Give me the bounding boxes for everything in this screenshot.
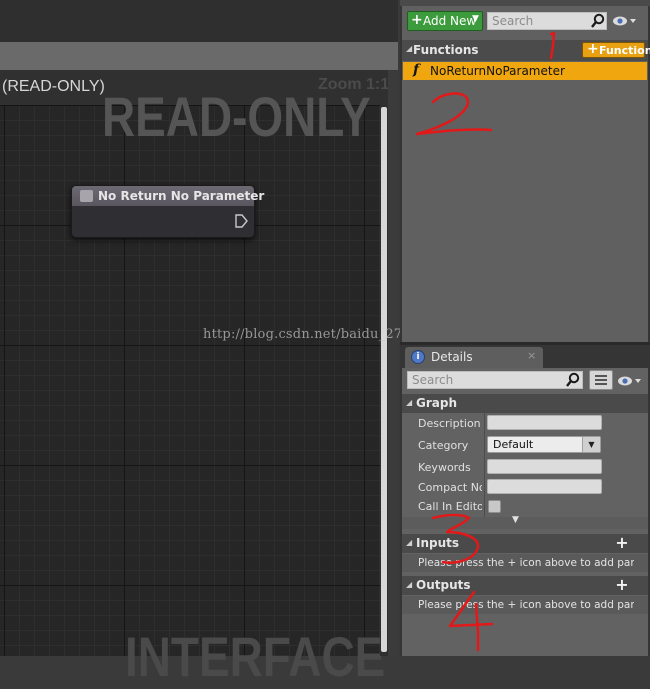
graph-scrollbar-thumb[interactable] — [381, 107, 387, 652]
compact-node-title-field[interactable] — [487, 479, 602, 494]
read-only-watermark: READ-ONLY — [102, 85, 371, 148]
grid-icon — [595, 375, 607, 385]
plus-icon: + — [587, 41, 599, 57]
description-field[interactable] — [487, 415, 602, 430]
view-options-icon[interactable] — [612, 14, 638, 28]
graph-tab-bar — [0, 42, 398, 70]
collapse-arrow-icon[interactable]: ◢ — [406, 44, 412, 53]
exec-pin-icon[interactable] — [234, 214, 248, 228]
search-icon[interactable] — [590, 13, 606, 29]
node-title: No Return No Parameter — [98, 189, 265, 203]
graph-editor[interactable]: (READ-ONLY) Zoom 1:1 — [0, 70, 398, 656]
view-options-icon[interactable] — [617, 374, 643, 388]
my-blueprint-search[interactable] — [487, 12, 607, 30]
caret-down-icon: ▼ — [472, 14, 479, 24]
category-label: Category — [418, 439, 469, 452]
details-search[interactable] — [407, 371, 583, 389]
annotation-4 — [448, 590, 494, 652]
add-function-button[interactable]: + Function — [582, 41, 650, 58]
info-icon: i — [411, 350, 425, 364]
call-in-editor-checkbox[interactable] — [488, 500, 501, 513]
add-input-icon[interactable]: + — [614, 535, 630, 551]
function-list-item[interactable]: f NoReturnNoParameter — [403, 62, 647, 80]
description-label: Description — [418, 417, 481, 430]
property-matrix-button[interactable] — [589, 370, 613, 390]
function-node-icon — [80, 190, 93, 202]
annotation-1 — [549, 31, 556, 60]
category-value: Default — [493, 438, 534, 451]
category-dropdown[interactable]: Default ▼ — [487, 436, 601, 453]
tab-details[interactable]: i Details × — [405, 347, 543, 368]
function-icon: f — [413, 62, 420, 78]
functions-section-label: Functions — [413, 43, 479, 57]
property-column-divider[interactable] — [484, 412, 485, 517]
collapse-arrow-icon[interactable]: ◢ — [406, 580, 412, 589]
add-function-label: Function — [599, 44, 650, 57]
add-new-button[interactable]: + Add New ▼ — [407, 11, 483, 31]
compact-node-label: Compact Noc — [418, 481, 482, 494]
collapse-arrow-icon[interactable]: ◢ — [406, 538, 412, 547]
toolbar-area — [0, 0, 398, 42]
interface-watermark: INTERFACE — [125, 625, 386, 688]
graph-scrollbar[interactable] — [380, 105, 388, 656]
search-icon[interactable] — [565, 372, 581, 388]
graph-section-label: Graph — [416, 396, 457, 410]
graph-title: (READ-ONLY) — [2, 78, 105, 95]
node-header[interactable]: No Return No Parameter — [72, 186, 264, 206]
keywords-field[interactable] — [487, 459, 602, 474]
function-node[interactable]: No Return No Parameter — [71, 185, 264, 238]
collapse-arrow-icon[interactable]: ◢ — [406, 398, 412, 407]
details-tab-label: Details — [431, 350, 473, 364]
function-name: NoReturnNoParameter — [430, 64, 565, 78]
add-new-label: Add New — [423, 14, 477, 28]
annotation-2 — [415, 92, 493, 136]
graph-frame-edge — [388, 70, 398, 656]
my-blueprint-search-input[interactable] — [492, 14, 602, 28]
plus-icon: + — [411, 12, 423, 28]
details-search-input[interactable] — [412, 373, 578, 387]
keywords-label: Keywords — [418, 461, 471, 474]
graph-section-header[interactable]: ◢ Graph — [402, 394, 648, 413]
annotation-3 — [431, 513, 480, 564]
add-output-icon[interactable]: + — [614, 577, 630, 593]
caret-down-icon: ▼ — [582, 437, 600, 452]
expand-arrow-icon[interactable]: ▼ — [512, 515, 519, 525]
close-icon[interactable]: × — [527, 349, 536, 362]
